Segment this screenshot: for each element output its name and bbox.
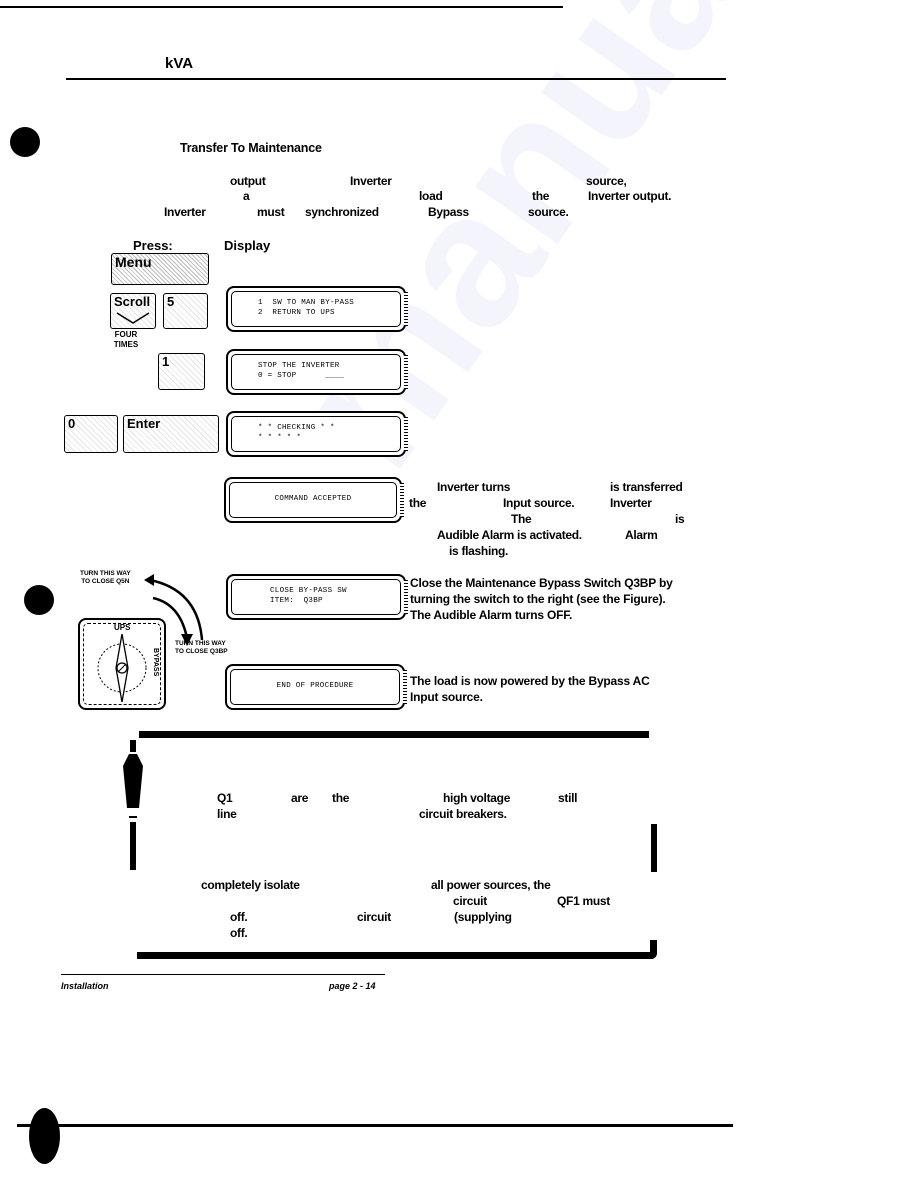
description-line: The Audible Alarm turns OFF. xyxy=(410,608,573,622)
description-line: The load is now powered by the Bypass AC xyxy=(410,674,650,688)
scroll-key-label: Scroll xyxy=(114,294,151,309)
lcd-display: 1 SW TO MAN BY-PASS 2 RETURN TO UPS xyxy=(226,286,408,332)
margin-bullet-icon xyxy=(24,585,54,615)
caution-word: the xyxy=(332,791,350,805)
caution-word: line xyxy=(217,807,237,821)
key-0[interactable]: 0 xyxy=(64,415,118,453)
key-0-label: 0 xyxy=(68,416,76,431)
intro-word: synchronized xyxy=(305,205,379,219)
lcd-display: COMMAND ACCEPTED xyxy=(224,477,404,523)
intro-word: a xyxy=(243,189,250,203)
description-word: The xyxy=(511,512,532,526)
lcd-line: 0 = STOP ____ xyxy=(258,372,345,380)
description-line: Input source. xyxy=(410,690,483,704)
repeat-caption: FOUR TIMES xyxy=(113,330,139,349)
caution-word: circuit breakers. xyxy=(419,807,507,821)
caution-word: QF1 must xyxy=(557,894,610,908)
caution-word: off. xyxy=(230,910,248,924)
footer-section: Installation xyxy=(61,981,109,991)
caution-word: high voltage xyxy=(443,791,511,805)
intro-word: Inverter xyxy=(350,174,392,188)
scroll-key[interactable]: Scroll xyxy=(110,293,156,329)
margin-bullet-icon xyxy=(10,127,40,157)
lcd-display: CLOSE BY-PASS SW ITEM: Q3BP xyxy=(226,574,408,620)
bottom-rule xyxy=(17,1124,733,1127)
step-description: Close the Maintenance Bypass Switch Q3BP… xyxy=(410,575,673,623)
description-word: the xyxy=(409,496,427,510)
header-unit-label: kVA xyxy=(165,55,194,72)
caution-word: still xyxy=(558,791,578,805)
description-line: turning the switch to the right (see the… xyxy=(410,592,666,606)
caution-word: all power sources, the xyxy=(431,878,551,892)
description-word: Alarm xyxy=(625,528,658,542)
key-5[interactable]: 5 xyxy=(163,293,208,329)
key-1-label: 1 xyxy=(162,354,170,369)
top-rule xyxy=(0,6,563,8)
intro-word: load xyxy=(419,189,443,203)
description-line: Close the Maintenance Bypass Switch Q3BP… xyxy=(410,576,673,590)
caution-word: off. xyxy=(230,926,248,940)
description-word: Inverter turns xyxy=(437,480,511,494)
description-word: Audible Alarm is activated. xyxy=(437,528,582,542)
lcd-display: END OF PROCEDURE xyxy=(225,664,407,710)
lcd-line: * * * * * xyxy=(258,434,302,442)
display-column-header: Display xyxy=(224,238,271,253)
lcd-display: * * CHECKING * * * * * * * xyxy=(226,411,408,457)
caution-word: are xyxy=(291,791,309,805)
lcd-line: COMMAND ACCEPTED xyxy=(274,495,352,503)
key-1[interactable]: 1 xyxy=(158,353,205,390)
menu-key[interactable]: Menu xyxy=(111,253,209,285)
footer-page-number: page 2 - 14 xyxy=(329,981,376,991)
arrow-caption-q5n: TURN THIS WAY TO CLOSE Q5N xyxy=(80,570,131,585)
caution-corner xyxy=(650,940,657,959)
description-word: is xyxy=(675,512,685,526)
intro-word: the xyxy=(532,189,550,203)
enter-key-label: Enter xyxy=(127,416,161,431)
key-5-label: 5 xyxy=(167,294,175,309)
caution-icon xyxy=(123,740,143,870)
step-description: The load is now powered by the Bypass AC… xyxy=(410,673,650,705)
intro-word: must xyxy=(257,205,285,219)
chevron-down-icon xyxy=(116,312,150,324)
intro-word: Bypass xyxy=(428,205,469,219)
intro-word: source. xyxy=(528,205,569,219)
description-word: is transferred xyxy=(610,480,683,494)
caution-right-bar xyxy=(651,824,657,872)
menu-key-label: Menu xyxy=(115,254,152,270)
caution-word: circuit xyxy=(453,894,487,908)
rotation-arrows-icon xyxy=(144,574,204,646)
caution-word: Q1 xyxy=(217,791,233,805)
press-column-header: Press: xyxy=(133,238,173,253)
caution-word: (supplying xyxy=(454,910,512,924)
lcd-line: END OF PROCEDURE xyxy=(276,682,354,690)
description-word: Input source. xyxy=(503,496,575,510)
lcd-line: ITEM: Q3BP xyxy=(270,597,323,605)
description-word: Inverter xyxy=(610,496,652,510)
caution-bottom-bar xyxy=(137,952,657,959)
caution-top-bar xyxy=(139,731,649,738)
intro-word: Inverter output. xyxy=(588,189,672,203)
margin-bullet-icon xyxy=(29,1108,60,1164)
footer-rule xyxy=(61,974,385,976)
section-title: Transfer To Maintenance xyxy=(180,141,322,155)
caution-word: circuit xyxy=(357,910,391,924)
intro-word: Inverter xyxy=(164,205,206,219)
intro-word: source, xyxy=(586,174,627,188)
caution-word: completely isolate xyxy=(201,878,300,892)
header-rule xyxy=(66,78,726,80)
intro-word: output xyxy=(230,174,266,188)
lcd-display: STOP THE INVERTER 0 = STOP ____ xyxy=(226,349,408,395)
lcd-line: 2 RETURN TO UPS xyxy=(258,309,335,317)
enter-key[interactable]: Enter xyxy=(123,415,219,453)
description-word: is flashing. xyxy=(449,544,509,558)
